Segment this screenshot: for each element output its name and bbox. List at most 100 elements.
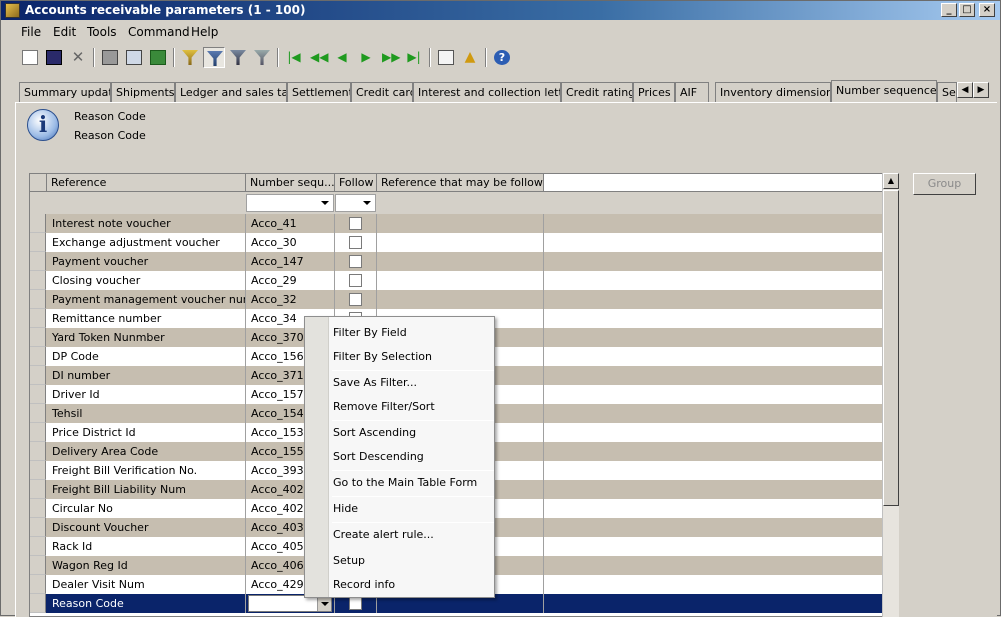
menu-command[interactable]: Command <box>128 25 190 39</box>
menu-item-setup[interactable]: Setup <box>333 551 493 571</box>
tab-scroll-right-button[interactable]: ▶ <box>973 82 989 98</box>
menu-file[interactable]: File <box>21 25 41 39</box>
tab-aif[interactable]: AIF <box>675 82 709 102</box>
row-selector[interactable] <box>30 404 46 423</box>
next-record-button[interactable]: ▶ <box>355 47 377 68</box>
alert-button[interactable]: ▲ <box>459 47 481 68</box>
cell-reference[interactable]: Circular No <box>47 499 246 518</box>
menu-item-filter-by-selection[interactable]: Filter By Selection <box>333 347 493 367</box>
column-header-number-sequence[interactable]: Number sequ... <box>246 174 335 192</box>
attach-document-button[interactable] <box>435 47 457 68</box>
row-selector[interactable] <box>30 252 46 271</box>
print-preview-button[interactable] <box>123 47 145 68</box>
column-header-follow[interactable]: Follow <box>335 174 377 192</box>
filter-follow-dropdown[interactable] <box>335 194 376 212</box>
tab-number-sequences[interactable]: Number sequences <box>831 80 937 102</box>
cell-number-sequence[interactable]: Acco_147 <box>246 252 335 271</box>
tab-summary-update[interactable]: Summary update <box>19 82 111 102</box>
cell-reference[interactable]: DI number <box>47 366 246 385</box>
cell-reference[interactable]: Payment management voucher number <box>47 290 246 309</box>
row-selector[interactable] <box>30 347 46 366</box>
row-selector[interactable] <box>30 480 46 499</box>
tab-scroll-left-button[interactable]: ◀ <box>957 82 973 98</box>
cell-reference[interactable]: Rack Id <box>47 537 246 556</box>
row-selector[interactable] <box>30 442 46 461</box>
previous-page-button[interactable]: ◀◀ <box>307 47 329 68</box>
row-selector[interactable] <box>30 271 46 290</box>
scroll-thumb[interactable] <box>883 190 899 506</box>
row-selector[interactable] <box>30 499 46 518</box>
cell-reference[interactable]: Discount Voucher <box>47 518 246 537</box>
chevron-down-icon[interactable] <box>317 596 331 611</box>
cell-reference[interactable]: Tehsil <box>47 404 246 423</box>
export-excel-button[interactable] <box>147 47 169 68</box>
first-record-button[interactable]: |◀ <box>283 47 305 68</box>
column-header-reference-followed[interactable]: Reference that may be followed <box>377 174 544 192</box>
menu-item-sort-ascending[interactable]: Sort Ascending <box>333 423 493 443</box>
follow-checkbox[interactable] <box>349 255 362 268</box>
tab-inventory-dimensions[interactable]: Inventory dimensions <box>715 82 831 102</box>
cell-reference-followed[interactable] <box>377 290 544 309</box>
table-row[interactable]: Closing voucher Acco_29 <box>30 271 884 290</box>
cell-reference[interactable]: Yard Token Nunmber <box>47 328 246 347</box>
follow-checkbox[interactable] <box>349 597 362 610</box>
row-selector[interactable] <box>30 423 46 442</box>
filter-by-selection-button[interactable] <box>179 47 201 68</box>
row-selector[interactable] <box>30 290 46 309</box>
tab-credit-card[interactable]: Credit card <box>351 82 413 102</box>
menu-item-go-to-main-table-form[interactable]: Go to the Main Table Form <box>333 473 493 493</box>
cell-reference-followed[interactable] <box>377 214 544 233</box>
table-row[interactable]: Interest note voucher Acco_41 <box>30 214 884 233</box>
cell-reference[interactable]: Closing voucher <box>47 271 246 290</box>
row-selector[interactable] <box>30 309 46 328</box>
row-selector[interactable] <box>30 575 46 594</box>
row-selector[interactable] <box>30 556 46 575</box>
cell-number-sequence[interactable]: Acco_41 <box>246 214 335 233</box>
cell-reference[interactable]: DP Code <box>47 347 246 366</box>
row-selector[interactable] <box>30 537 46 556</box>
row-selector[interactable] <box>30 214 46 233</box>
advanced-filter-button[interactable] <box>227 47 249 68</box>
menu-item-save-as-filter[interactable]: Save As Filter... <box>333 373 493 393</box>
print-button[interactable] <box>99 47 121 68</box>
follow-checkbox[interactable] <box>349 236 362 249</box>
follow-checkbox[interactable] <box>349 274 362 287</box>
row-selector[interactable] <box>30 233 46 252</box>
menu-item-sort-descending[interactable]: Sort Descending <box>333 447 493 467</box>
minimize-button[interactable]: _ <box>941 3 957 17</box>
row-selector[interactable] <box>30 518 46 537</box>
cell-reference[interactable]: Driver Id <box>47 385 246 404</box>
cell-reference[interactable]: Remittance number <box>47 309 246 328</box>
tab-ledger-sales-tax[interactable]: Ledger and sales tax <box>175 82 287 102</box>
menu-tools[interactable]: Tools <box>87 25 117 39</box>
row-selector[interactable] <box>30 461 46 480</box>
maximize-button[interactable]: □ <box>959 3 975 17</box>
menu-item-filter-by-field[interactable]: Filter By Field <box>333 323 493 343</box>
cell-number-sequence[interactable]: Acco_32 <box>246 290 335 309</box>
tab-credit-rating[interactable]: Credit rating <box>561 82 633 102</box>
new-button[interactable] <box>19 47 41 68</box>
tab-shipments[interactable]: Shipments <box>111 82 175 102</box>
group-button[interactable]: Group <box>913 173 976 195</box>
cell-number-sequence[interactable]: Acco_29 <box>246 271 335 290</box>
next-page-button[interactable]: ▶▶ <box>379 47 401 68</box>
cell-reference[interactable]: Exchange adjustment voucher <box>47 233 246 252</box>
menu-edit[interactable]: Edit <box>53 25 76 39</box>
table-row[interactable]: Payment voucher Acco_147 <box>30 252 884 271</box>
menu-help[interactable]: Help <box>191 25 218 39</box>
row-selector[interactable] <box>30 385 46 404</box>
cell-reference[interactable]: Wagon Reg Id <box>47 556 246 575</box>
filter-by-grid-button[interactable] <box>203 47 225 68</box>
cell-reference[interactable]: Delivery Area Code <box>47 442 246 461</box>
cell-reference[interactable]: Freight Bill Liability Num <box>47 480 246 499</box>
menu-item-remove-filter-sort[interactable]: Remove Filter/Sort <box>333 397 493 417</box>
follow-checkbox[interactable] <box>349 217 362 230</box>
cell-reference[interactable]: Freight Bill Verification No. <box>47 461 246 480</box>
remove-filter-button[interactable] <box>251 47 273 68</box>
grid-vertical-scrollbar[interactable]: ▲ <box>882 173 899 617</box>
row-selector[interactable] <box>30 366 46 385</box>
last-record-button[interactable]: ▶| <box>403 47 425 68</box>
menu-item-create-alert-rule[interactable]: Create alert rule... <box>333 525 493 545</box>
cell-reference[interactable]: Payment voucher <box>47 252 246 271</box>
save-button[interactable] <box>43 47 65 68</box>
